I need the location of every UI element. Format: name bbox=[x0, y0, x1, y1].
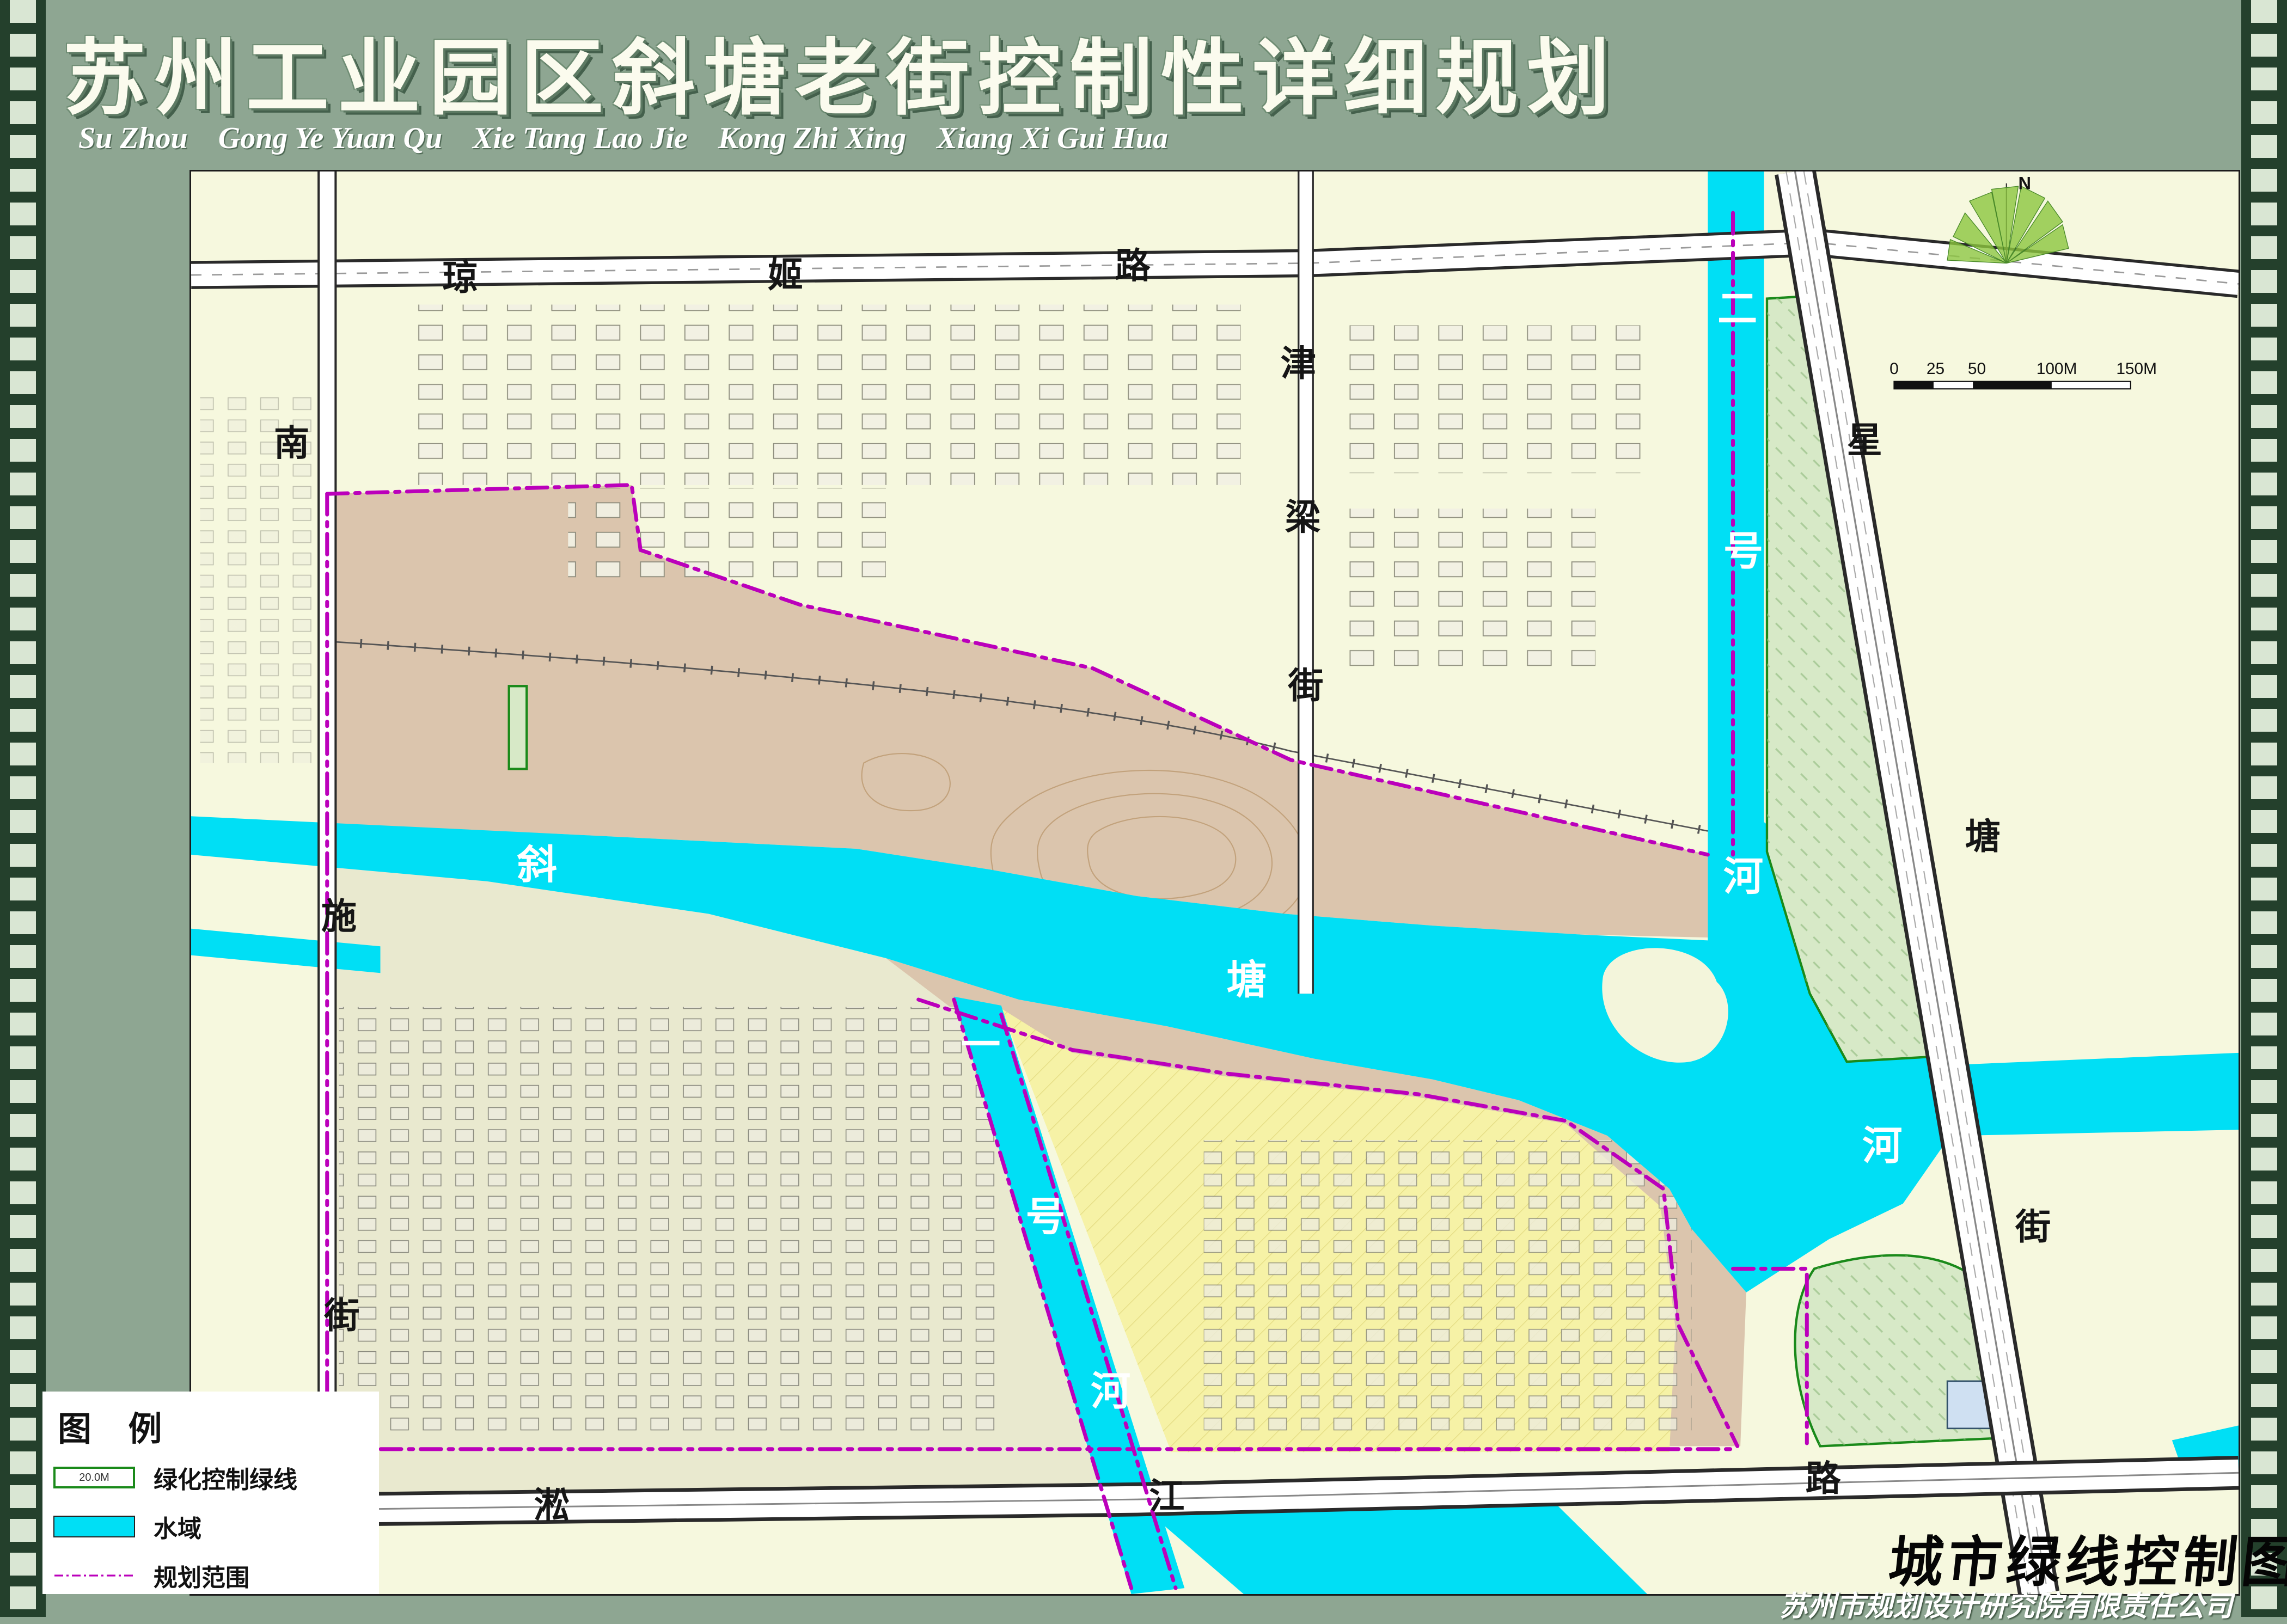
label-songjiang-2: 江 bbox=[1149, 1477, 1184, 1516]
label-xingtang-1: 星 bbox=[1847, 421, 1882, 461]
label-jinliang-2: 梁 bbox=[1285, 498, 1320, 537]
label-nanshi-2: 施 bbox=[321, 898, 357, 937]
water-right-strip bbox=[1959, 1053, 2239, 1136]
boundary-swatch bbox=[53, 1570, 135, 1581]
label-xingtang-3: 街 bbox=[2015, 1208, 2051, 1247]
label-qiongji-3: 路 bbox=[1115, 247, 1151, 286]
scale-tick-0: 0 bbox=[1889, 360, 1899, 378]
legend-label-water: 水域 bbox=[154, 1509, 201, 1544]
label-xietang-2: 塘 bbox=[1227, 958, 1267, 1002]
film-strip-right bbox=[2241, 0, 2287, 1617]
label-qiongji-1: 琼 bbox=[443, 259, 478, 298]
label-nanshi-3: 街 bbox=[323, 1297, 359, 1336]
label-jinliang-3: 街 bbox=[1287, 667, 1323, 706]
scale-tick-100: 100M bbox=[2037, 360, 2077, 378]
label-xingtang-2: 塘 bbox=[1965, 818, 2001, 857]
label-xietang-3: 河 bbox=[1862, 1124, 1902, 1168]
film-strip-left-squares bbox=[10, 0, 36, 1617]
label-qiongji-2: 姬 bbox=[768, 256, 803, 295]
legend-item-greenline: 20.0M 绿化控制绿线 bbox=[53, 1460, 368, 1495]
label-yihao-2: 号 bbox=[1026, 1195, 1066, 1239]
film-strip-left bbox=[0, 0, 46, 1617]
label-xietang-1: 斜 bbox=[517, 843, 557, 887]
legend-item-boundary: 规划范围 bbox=[53, 1558, 368, 1593]
label-yihao-3: 河 bbox=[1091, 1369, 1130, 1413]
water-swatch bbox=[53, 1516, 135, 1537]
scale-tick-150: 150M bbox=[2116, 360, 2157, 378]
company-name: 苏州市规划设计研究院有限责任公司 bbox=[1780, 1583, 2233, 1624]
legend-title: 图 例 bbox=[58, 1401, 368, 1450]
label-songjiang-1: 淞 bbox=[534, 1486, 570, 1525]
greenline-swatch: 20.0M bbox=[53, 1467, 135, 1488]
page-subtitle-pinyin: Su Zhou Gong Ye Yuan Qu Xie Tang Lao Jie… bbox=[78, 121, 1168, 156]
label-yihao-1: 一 bbox=[961, 1024, 1000, 1068]
scale-tick-25: 25 bbox=[1927, 360, 1944, 378]
label-erhao-1: 二 bbox=[1717, 287, 1757, 331]
label-erhao-2: 号 bbox=[1723, 529, 1763, 573]
legend-item-water: 水域 bbox=[53, 1509, 368, 1544]
green-control-strip bbox=[509, 686, 527, 769]
label-jinliang-1: 津 bbox=[1281, 345, 1316, 384]
label-nanshi-1: 南 bbox=[274, 424, 309, 463]
legend-panel: 图 例 20.0M 绿化控制绿线 水域 规划范围 bbox=[42, 1392, 379, 1594]
header: 苏州工业园区斜塘老街控制性详细规划 Su Zhou Gong Ye Yuan Q… bbox=[46, 0, 2241, 169]
page-title: 苏州工业园区斜塘老街控制性详细规划 bbox=[63, 11, 1618, 131]
label-songjiang-3: 路 bbox=[1806, 1460, 1842, 1499]
north-label: N bbox=[2018, 174, 2031, 193]
label-erhao-3: 河 bbox=[1723, 855, 1763, 899]
film-strip-right-squares bbox=[2251, 0, 2277, 1617]
legend-label-boundary: 规划范围 bbox=[154, 1558, 249, 1593]
map-sheet: 琼 姬 路 南 施 街 津 梁 街 二 号 河 星 塘 街 斜 塘 河 一 号 … bbox=[189, 170, 2240, 1596]
map-canvas: 琼 姬 路 南 施 街 津 梁 街 二 号 河 星 塘 街 斜 塘 河 一 号 … bbox=[191, 171, 2239, 1594]
scale-tick-50: 50 bbox=[1968, 360, 1986, 378]
legend-label-greenline: 绿化控制绿线 bbox=[154, 1460, 297, 1495]
